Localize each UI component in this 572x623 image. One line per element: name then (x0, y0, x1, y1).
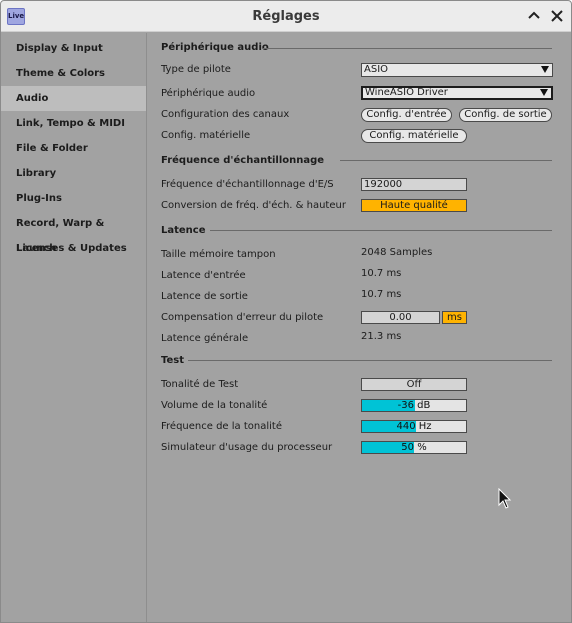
mouse-pointer-icon (498, 487, 512, 513)
window-title: Réglages (252, 9, 320, 24)
title-bar[interactable]: Live Réglages (1, 1, 571, 32)
sr-conversion-toggle[interactable]: Haute qualité (361, 199, 467, 212)
close-icon[interactable] (549, 8, 565, 24)
audio-device-label: Périphérique audio (161, 88, 256, 99)
sidebar-item-theme-colors[interactable]: Theme & Colors (1, 61, 146, 86)
hardware-config-button[interactable]: Config. matérielle (361, 129, 467, 143)
section-title-latency: Latence (161, 225, 206, 236)
sr-conversion-label: Conversion de fréq. d'éch. & hauteur (161, 200, 346, 211)
buffer-size-label: Taille mémoire tampon (161, 249, 276, 260)
section-title-test: Test (161, 355, 185, 366)
tone-volume-slider[interactable]: -36 dB (361, 399, 467, 412)
tone-volume-value: -36 dB (397, 400, 431, 411)
audio-device-dropdown[interactable]: WineASIO Driver (361, 86, 553, 100)
input-config-button[interactable]: Config. d'entrée (361, 108, 452, 122)
section-divider (263, 48, 552, 49)
input-latency-value: 10.7 ms (361, 268, 402, 279)
driver-error-compensation-field[interactable]: 0.00 (361, 311, 440, 324)
driver-type-dropdown[interactable]: ASIO (361, 63, 553, 77)
output-latency-label: Latence de sortie (161, 291, 248, 302)
input-latency-label: Latence d'entrée (161, 270, 246, 281)
cpu-simulator-value: 50 % (401, 442, 427, 453)
io-sample-rate-field[interactable]: 192000 (361, 178, 467, 191)
test-tone-toggle[interactable]: Off (361, 378, 467, 391)
driver-error-compensation-label: Compensation d'erreur du pilote (161, 312, 324, 323)
sidebar-item-library[interactable]: Library (1, 161, 146, 186)
tone-frequency-value: 440 Hz (396, 421, 432, 432)
section-title-sample-rate: Fréquence d'échantillonnage (161, 155, 325, 166)
sidebar-item-file-folder[interactable]: File & Folder (1, 136, 146, 161)
section-divider (210, 230, 552, 231)
sidebar-item-record-warp-launch[interactable]: Record, Warp & Launch (1, 211, 146, 254)
io-sample-rate-label: Fréquence d'échantillonnage d'E/S (161, 179, 334, 190)
overall-latency-label: Latence générale (161, 333, 249, 344)
section-divider (188, 360, 552, 361)
sidebar-item-audio[interactable]: Audio (1, 86, 146, 111)
cpu-simulator-slider[interactable]: 50 % (361, 441, 467, 454)
chevron-up-icon[interactable] (526, 8, 542, 24)
section-title-audio-device: Périphérique audio (161, 42, 269, 53)
test-tone-label: Tonalité de Test (161, 379, 239, 390)
hardware-config-label: Config. matérielle (161, 130, 251, 141)
sidebar-item-link-tempo-midi[interactable]: Link, Tempo & MIDI (1, 111, 146, 136)
driver-type-label: Type de pilote (161, 64, 231, 75)
preferences-window: Live Réglages Display & Input Theme & Co… (0, 0, 572, 623)
tone-frequency-slider[interactable]: 440 Hz (361, 420, 467, 433)
buffer-size-value[interactable]: 2048 Samples (361, 247, 432, 258)
dropdown-arrow-icon (540, 89, 548, 96)
tone-volume-label: Volume de la tonalité (161, 400, 268, 411)
audio-device-value: WineASIO Driver (365, 87, 448, 98)
cpu-simulator-label: Simulateur d'usage du processeur (161, 442, 333, 453)
compensation-unit-badge: ms (442, 311, 467, 324)
section-divider (340, 160, 552, 161)
tone-frequency-label: Fréquence de la tonalité (161, 421, 282, 432)
channel-config-label: Configuration des canaux (161, 109, 290, 120)
dropdown-arrow-icon (541, 66, 549, 73)
output-latency-value: 10.7 ms (361, 289, 402, 300)
audio-settings-panel: Périphérique audio Type de pilote ASIO P… (148, 33, 571, 622)
sidebar: Display & Input Theme & Colors Audio Lin… (1, 33, 147, 622)
driver-type-value: ASIO (364, 64, 389, 75)
sidebar-item-licenses-updates[interactable]: Licenses & Updates (1, 236, 146, 261)
overall-latency-value: 21.3 ms (361, 331, 402, 342)
sidebar-item-display-input[interactable]: Display & Input (1, 36, 146, 61)
sidebar-item-plug-ins[interactable]: Plug-Ins (1, 186, 146, 211)
output-config-button[interactable]: Config. de sortie (459, 108, 552, 122)
